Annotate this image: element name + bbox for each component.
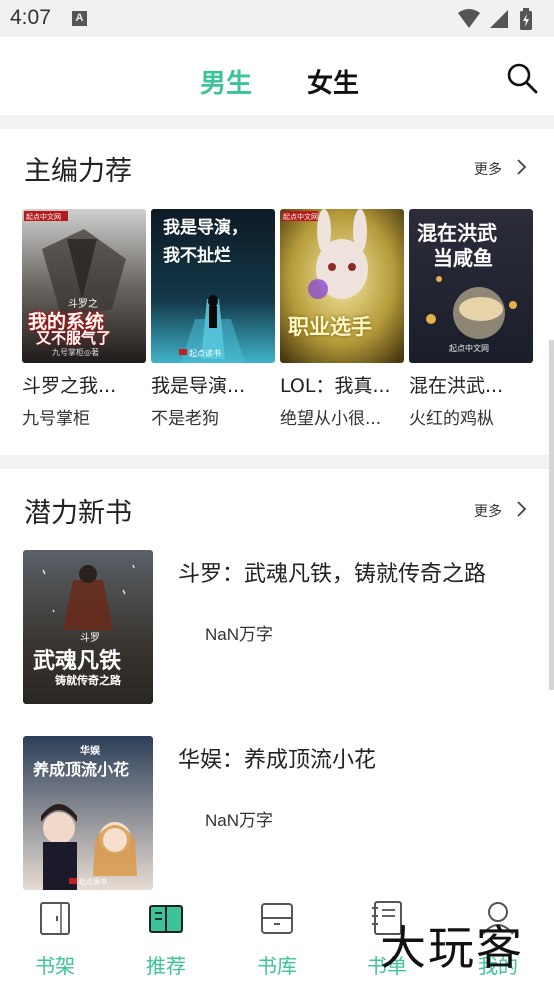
nav-bookshelf[interactable]: 书架 bbox=[10, 890, 100, 984]
cover-badge: 起点中文网 bbox=[26, 213, 61, 221]
section-title-editors-picks: 主编力荐 bbox=[24, 156, 132, 187]
nav-label: 书架 bbox=[35, 954, 75, 978]
book-card[interactable]: 起点中文网 斗罗之 我的系统 又不服气了 九号掌柜◎著 斗罗之我... 九号掌柜 bbox=[22, 209, 146, 429]
book-author: 不是老狗 bbox=[151, 409, 219, 429]
nav-label: 推荐 bbox=[146, 954, 186, 978]
chevron-right-icon[interactable] bbox=[515, 500, 527, 518]
more-link-potential[interactable]: 更多 bbox=[474, 501, 502, 521]
book-author: 九号掌柜 bbox=[22, 409, 90, 429]
book-title[interactable]: 斗罗：武魂凡铁，铸就传奇之路 bbox=[178, 556, 486, 588]
status-bar: 4:07 A bbox=[0, 0, 554, 37]
book-title[interactable]: LOL：我真... bbox=[280, 371, 404, 398]
book-title[interactable]: 斗罗之我... bbox=[22, 371, 146, 398]
signal-icon bbox=[490, 10, 508, 28]
book-card[interactable]: 我是导演， 我不扯烂 起点读书 我是导演... 不是老狗 bbox=[151, 209, 275, 429]
book-cover[interactable]: 华娱 养成顶流小花 起点读书 bbox=[23, 736, 153, 890]
tab-male[interactable]: 男生 bbox=[200, 63, 252, 100]
book-cover[interactable]: 起点中文网 斗罗之 我的系统 又不服气了 九号掌柜◎著 bbox=[22, 209, 146, 363]
book-cover[interactable]: 我是导演， 我不扯烂 起点读书 bbox=[151, 209, 275, 363]
word-count: NaN万字 bbox=[205, 811, 274, 830]
book-author: 绝望从小很... bbox=[280, 409, 382, 429]
library-icon bbox=[261, 903, 293, 934]
cover-badge: 起点中文网 bbox=[449, 344, 489, 353]
word-count: NaN万字 bbox=[205, 625, 274, 644]
book-author: 火红的鸡枞 bbox=[409, 409, 494, 429]
status-time: 4:07 bbox=[10, 6, 51, 29]
nav-recommend[interactable]: 推荐 bbox=[121, 890, 211, 984]
bookshelf-icon bbox=[40, 902, 70, 935]
more-link-editors-picks[interactable]: 更多 bbox=[474, 159, 502, 179]
scrollbar[interactable] bbox=[549, 340, 554, 690]
book-title[interactable]: 我是导演... bbox=[151, 371, 275, 398]
book-cover[interactable]: 混在洪武 当咸鱼 起点中文网 bbox=[409, 209, 533, 363]
book-cover[interactable]: 斗罗 武魂凡铁 铸就传奇之路 bbox=[23, 550, 153, 704]
wifi-icon bbox=[458, 9, 480, 28]
top-header: 男生 女生 bbox=[0, 37, 554, 115]
list-item[interactable]: 斗罗 武魂凡铁 铸就传奇之路 斗罗：武魂凡铁，铸就传奇之路 NaN万字 bbox=[23, 550, 533, 704]
book-title[interactable]: 华娱：养成顶流小花 bbox=[178, 742, 376, 774]
chevron-right-icon[interactable] bbox=[515, 158, 527, 176]
watermark: 大玩客 bbox=[380, 921, 524, 975]
tab-female[interactable]: 女生 bbox=[307, 63, 359, 100]
cover-badge: 起点读书 bbox=[189, 349, 221, 358]
search-icon[interactable] bbox=[505, 61, 539, 95]
book-cover[interactable]: 起点中文网 职业选手 bbox=[280, 209, 404, 363]
notification-icon: A bbox=[72, 11, 87, 26]
nav-label: 书库 bbox=[257, 954, 297, 978]
system-status-icons bbox=[458, 8, 532, 30]
book-card[interactable]: 混在洪武 当咸鱼 起点中文网 混在洪武... 火红的鸡枞 bbox=[409, 209, 533, 429]
section-divider bbox=[0, 115, 554, 129]
cover-badge: 起点中文网 bbox=[283, 213, 318, 221]
nav-library[interactable]: 书库 bbox=[232, 890, 322, 984]
open-book-icon bbox=[149, 905, 183, 933]
section-title-potential: 潜力新书 bbox=[24, 498, 132, 529]
cover-badge: 起点读书 bbox=[79, 878, 107, 886]
list-item[interactable]: 华娱 养成顶流小花 起点读书 华娱：养成顶流小花 NaN万字 bbox=[23, 736, 533, 890]
book-title[interactable]: 混在洪武... bbox=[409, 371, 533, 398]
section-divider bbox=[0, 455, 554, 469]
book-card[interactable]: 起点中文网 职业选手 LOL：我真... 绝望从小很... bbox=[280, 209, 404, 429]
